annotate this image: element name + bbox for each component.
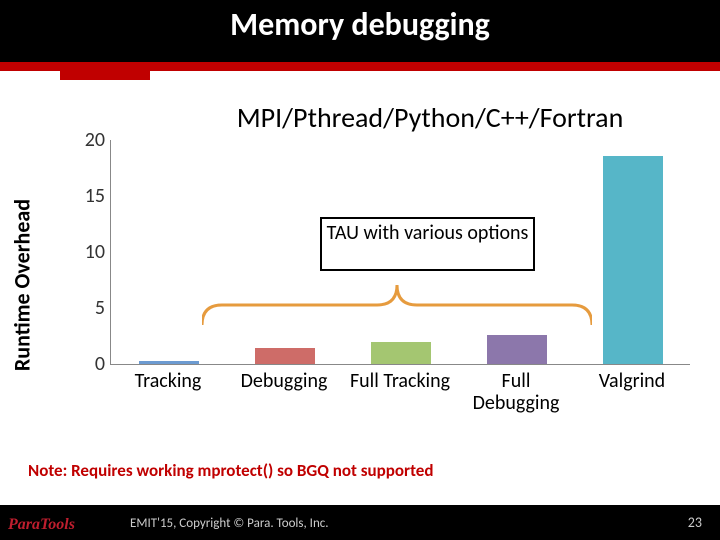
x-category: Tracking	[110, 370, 226, 392]
red-accent	[60, 62, 150, 80]
slide-title: Memory debugging	[0, 0, 720, 62]
x-category: Valgrind	[574, 370, 690, 392]
x-category: Full Tracking	[342, 370, 458, 392]
bar-full-debugging	[487, 335, 547, 364]
note-text: Note: Requires working mprotect() so BGQ…	[28, 460, 433, 481]
annotation-label: TAU with various options	[320, 217, 535, 271]
ytick: 10	[73, 240, 105, 264]
slide: Memory debugging MPI/Pthread/Python/C++/…	[0, 0, 720, 540]
logo: ParaTools	[8, 516, 75, 534]
page-number: 23	[688, 514, 702, 531]
y-axis-label: Runtime Overhead	[9, 199, 36, 371]
bar-full-tracking	[371, 342, 431, 365]
copyright: EMIT'15, Copyright © Para. Tools, Inc.	[130, 516, 329, 531]
x-category: Full Debugging	[458, 370, 574, 414]
ytick: 20	[73, 128, 105, 152]
bar-debugging	[255, 348, 315, 364]
bar-tracking	[139, 361, 199, 364]
ytick: 0	[73, 352, 105, 376]
ytick: 5	[73, 296, 105, 320]
bar-valgrind	[603, 156, 663, 364]
ytick: 15	[73, 184, 105, 208]
chart-title: MPI/Pthread/Python/C++/Fortran	[160, 100, 700, 135]
chart: Runtime Overhead 0 5 10 15 20 Tracking D…	[30, 140, 695, 430]
footer: ParaTools EMIT'15, Copyright © Para. Too…	[0, 505, 720, 540]
x-category: Debugging	[226, 370, 342, 392]
